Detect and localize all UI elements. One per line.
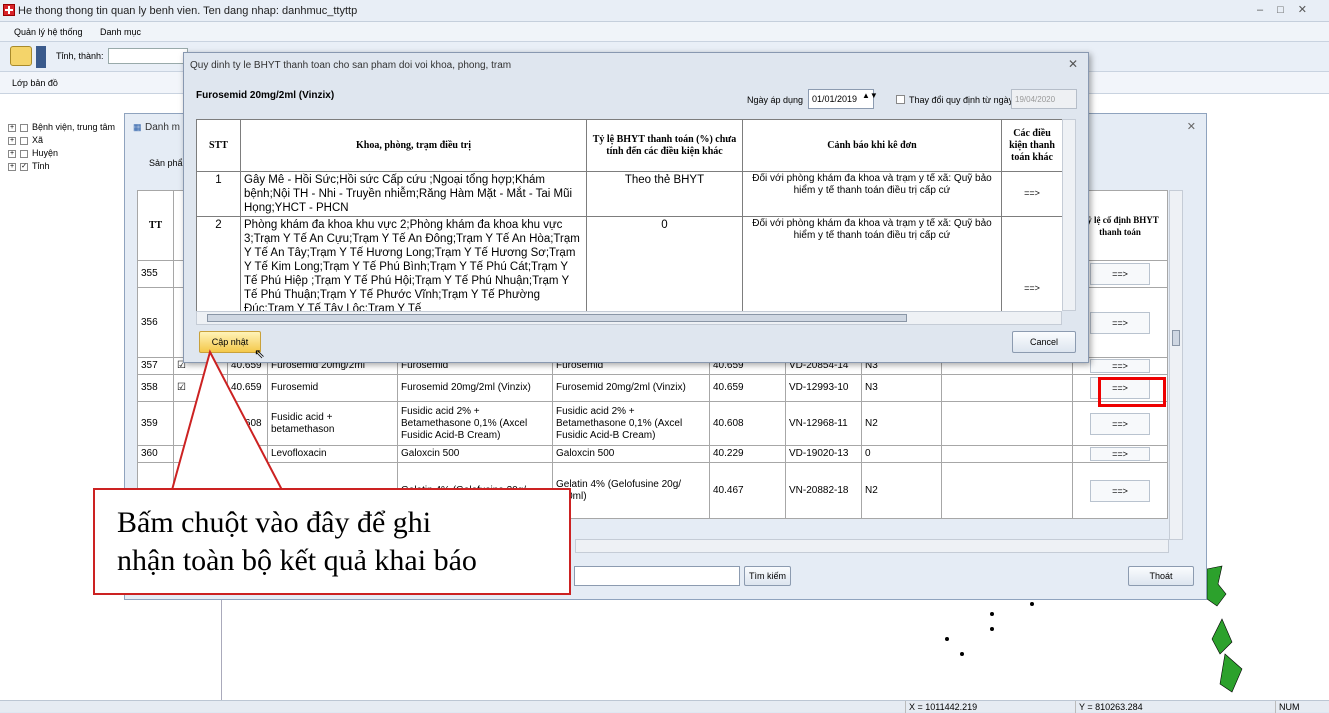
status-y-coord: Y = 810263.284 bbox=[1075, 701, 1143, 713]
status-num: NUM bbox=[1275, 701, 1300, 713]
callout-line-2: nhận toàn bộ kết quả khai báo bbox=[117, 544, 477, 577]
status-bar: X = 1011442.219 Y = 810263.284 NUM bbox=[0, 700, 1329, 713]
instruction-callout: Bấm chuột vào đây để ghi nhận toàn bộ kế… bbox=[93, 488, 571, 595]
status-x-coord: X = 1011442.219 bbox=[905, 701, 977, 713]
callout-pointer bbox=[171, 349, 283, 491]
callout-line-1: Bấm chuột vào đây để ghi bbox=[117, 506, 432, 539]
